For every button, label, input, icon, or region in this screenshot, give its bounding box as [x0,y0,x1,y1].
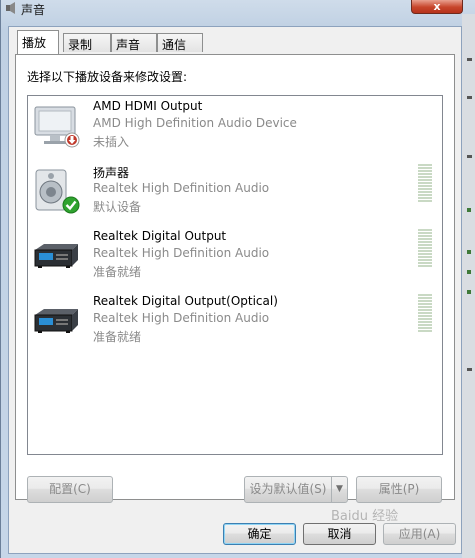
tab-label: 声音 [116,38,141,52]
close-icon: x [433,0,441,13]
tab-label: 录制 [68,38,93,52]
properties-button[interactable]: 属性(P) [356,476,442,503]
background-mark [467,270,471,274]
device-status: 准备就绪 [93,330,142,344]
speaker-app-icon [6,2,15,14]
digital-output-icon [34,244,78,268]
background-mark [467,208,471,212]
dialog-client-area: 播放 录制 声音 通信 选择以下播放设备来修改设置: AMD HDMI Outp… [8,26,462,554]
default-check-badge [62,196,80,214]
button-label: 设为默认值(S) [249,482,327,496]
button-label: 确定 [247,527,272,541]
tab-sounds[interactable]: 声音 [111,33,157,52]
device-description: Realtek High Definition Audio [93,181,270,195]
device-item-amd-hdmi[interactable]: AMD HDMI Output AMD High Definition Audi… [28,98,442,160]
button-label: 配置(C) [49,482,91,496]
sound-dialog-window: 声音 x 播放 录制 声音 通信 选择以下播放设备来修改设置: AMD HDMI… [0,0,475,558]
monitor-icon [34,106,80,148]
device-status: 未插入 [93,135,130,149]
device-description: AMD High Definition Audio Device [93,116,297,130]
device-description: Realtek High Definition Audio [93,311,270,325]
title-bar[interactable]: 声音 x [1,0,475,18]
instruction-text: 选择以下播放设备来修改设置: [27,70,188,84]
background-mark [467,96,472,99]
device-list[interactable]: AMD HDMI Output AMD High Definition Audi… [27,95,443,455]
digital-output-icon [34,309,78,333]
device-item-speakers[interactable]: 扬声器 Realtek High Definition Audio 默认设备 [28,163,442,225]
background-mark [467,368,472,371]
device-name: AMD HDMI Output [93,99,203,113]
tab-communications[interactable]: 通信 [157,33,203,52]
device-status: 准备就绪 [93,265,142,279]
tab-playback[interactable]: 播放 [17,30,59,54]
tab-label: 通信 [162,38,187,52]
volume-meter [418,164,432,204]
device-item-digital-output-optical[interactable]: Realtek Digital Output(Optical) Realtek … [28,293,442,355]
device-name: Realtek Digital Output(Optical) [93,294,278,308]
device-item-digital-output[interactable]: Realtek Digital Output Realtek High Defi… [28,228,442,290]
device-name: Realtek Digital Output [93,229,227,243]
tab-recording[interactable]: 录制 [63,33,111,52]
background-mark [467,155,472,158]
device-status: 默认设备 [93,200,142,214]
background-mark [467,250,471,254]
configure-button[interactable]: 配置(C) [27,476,113,503]
button-label: 属性(P) [378,482,420,496]
speaker-icon [35,169,80,214]
unplugged-badge [64,132,80,148]
close-button[interactable]: x [411,0,463,14]
volume-meter [418,229,432,269]
device-description: Realtek High Definition Audio [93,246,270,260]
background-mark [467,58,472,61]
ok-button[interactable]: 确定 [223,523,296,545]
tab-label: 播放 [22,36,47,50]
device-name: 扬声器 [93,166,130,180]
set-default-button[interactable]: 设为默认值(S) ▼ [244,476,348,503]
watermark: Baidu 经验 [331,509,399,524]
playback-panel: 选择以下播放设备来修改设置: AMD HDMI Output AMD High … [15,54,455,500]
chevron-down-icon[interactable]: ▼ [331,477,347,502]
background-mark [467,290,471,294]
volume-meter [418,294,432,334]
window-title: 声音 [21,3,46,17]
